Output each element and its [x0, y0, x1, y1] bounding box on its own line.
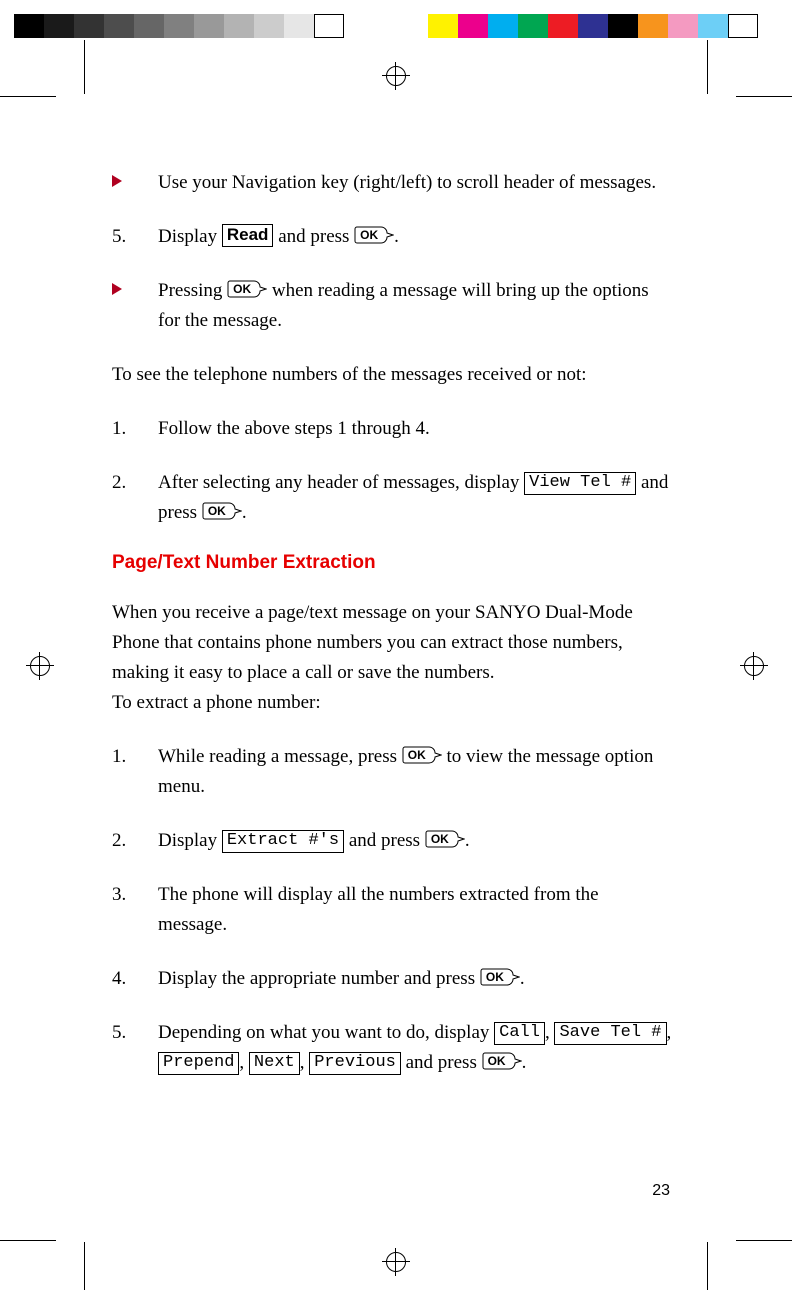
- ok-key-icon: OK: [402, 744, 442, 766]
- paragraph: To see the telephone numbers of the mess…: [112, 360, 672, 390]
- step-number: 4.: [112, 964, 158, 994]
- display-label-next: Next: [249, 1052, 300, 1075]
- step-item: 2. Display Extract #'s and press OK.: [112, 826, 672, 856]
- ok-key-icon: OK: [354, 224, 394, 246]
- ok-key-icon: OK: [227, 278, 267, 300]
- bullet-item: Pressing OK when reading a message will …: [112, 276, 672, 336]
- display-label-extract: Extract #'s: [222, 830, 344, 853]
- text: Pressing: [158, 280, 227, 301]
- step-number: 2.: [112, 468, 158, 498]
- registration-mark-left: [26, 652, 54, 680]
- display-label-save-tel: Save Tel #: [554, 1022, 666, 1045]
- triangle-bullet-icon: [112, 283, 122, 295]
- text: .: [522, 1052, 527, 1073]
- step-item: 5. Display Read and press OK.: [112, 222, 672, 252]
- text: and press: [273, 226, 354, 247]
- body-text: Follow the above steps 1 through 4.: [158, 414, 672, 444]
- step-number: 1.: [112, 414, 158, 444]
- text: .: [520, 968, 525, 989]
- text: Depending on what you want to do, displa…: [158, 1022, 494, 1043]
- page-number: 23: [652, 1182, 670, 1200]
- text: Display: [158, 830, 222, 851]
- step-number: 2.: [112, 826, 158, 856]
- ok-key-icon: OK: [482, 1050, 522, 1072]
- step-item: 1. While reading a message, press OK to …: [112, 742, 672, 802]
- text: Display the appropriate number and press: [158, 968, 480, 989]
- text: After selecting any header of messages, …: [158, 472, 524, 493]
- paragraph: When you receive a page/text message on …: [112, 598, 672, 718]
- display-label-call: Call: [494, 1022, 545, 1045]
- text: and press: [344, 830, 425, 851]
- display-label-previous: Previous: [309, 1052, 401, 1075]
- bullet-item: Use your Navigation key (right/left) to …: [112, 168, 672, 198]
- display-label-prepend: Prepend: [158, 1052, 239, 1075]
- registration-mark-top: [382, 62, 410, 90]
- registration-mark-right: [740, 652, 768, 680]
- step-item: 5. Depending on what you want to do, dis…: [112, 1018, 672, 1078]
- text: While reading a message, press: [158, 746, 402, 767]
- step-number: 5.: [112, 222, 158, 252]
- step-item: 3. The phone will display all the number…: [112, 880, 672, 940]
- section-heading: Page/Text Number Extraction: [112, 552, 672, 574]
- page-content: Use your Navigation key (right/left) to …: [112, 168, 672, 1078]
- step-item: 4. Display the appropriate number and pr…: [112, 964, 672, 994]
- body-text: The phone will display all the numbers e…: [158, 880, 672, 940]
- text: Display: [158, 226, 222, 247]
- display-label-read: Read: [222, 224, 274, 247]
- step-item: 2. After selecting any header of message…: [112, 468, 672, 528]
- step-number: 5.: [112, 1018, 158, 1048]
- text: .: [465, 830, 470, 851]
- text: .: [242, 502, 247, 523]
- triangle-bullet-icon: [112, 175, 122, 187]
- ok-key-icon: OK: [202, 500, 242, 522]
- step-item: 1. Follow the above steps 1 through 4.: [112, 414, 672, 444]
- text: and press: [401, 1052, 482, 1073]
- ok-key-icon: OK: [480, 966, 520, 988]
- display-label-view-tel: View Tel #: [524, 472, 636, 495]
- step-number: 3.: [112, 880, 158, 910]
- text: .: [394, 226, 399, 247]
- step-number: 1.: [112, 742, 158, 772]
- color-swatch-row: [0, 14, 792, 38]
- ok-key-icon: OK: [425, 828, 465, 850]
- registration-mark-bottom: [382, 1248, 410, 1276]
- body-text: Use your Navigation key (right/left) to …: [158, 168, 672, 198]
